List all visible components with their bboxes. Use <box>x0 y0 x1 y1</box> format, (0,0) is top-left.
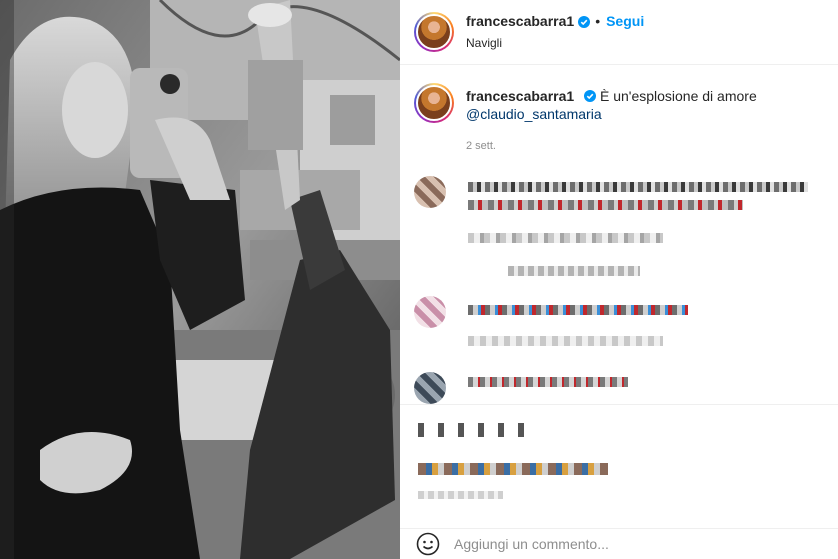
comment-text-obscured <box>468 305 688 315</box>
view-replies-obscured[interactable] <box>508 266 640 276</box>
author-avatar[interactable] <box>414 12 454 52</box>
comment-meta-obscured <box>468 233 663 243</box>
author-avatar-image <box>416 14 452 50</box>
post-date-obscured <box>418 491 503 499</box>
caption-author-avatar-image <box>416 85 452 121</box>
post-side-panel: francescabarra1 • Segui Navigli francesc… <box>400 0 838 559</box>
header-text: francescabarra1 • Segui Navigli <box>466 13 644 51</box>
add-comment-bar <box>400 528 838 559</box>
post-location[interactable]: Navigli <box>466 36 644 51</box>
comment-avatar[interactable] <box>414 176 446 208</box>
verified-badge-icon <box>584 90 597 102</box>
post-timestamp[interactable]: 2 sett. <box>466 140 496 152</box>
verified-badge-icon <box>578 16 591 28</box>
comment-meta-obscured <box>468 336 663 346</box>
likes-summary-obscured[interactable] <box>418 463 608 475</box>
caption-text: È un'esplosione di amore <box>599 88 757 104</box>
post-header: francescabarra1 • Segui Navigli <box>400 0 838 65</box>
separator-dot: • <box>595 13 601 30</box>
comment-avatar[interactable] <box>414 296 446 328</box>
actions-area <box>400 404 838 499</box>
caption-username[interactable]: francescabarra1 <box>466 88 574 104</box>
action-icons-obscured[interactable] <box>418 423 528 437</box>
post-image <box>0 0 400 559</box>
smile-emoji-icon[interactable] <box>416 532 440 556</box>
caption-mention[interactable]: @claudio_santamaria <box>466 106 602 122</box>
comment-text-obscured <box>468 200 743 210</box>
post-caption: francescabarra1 È un'esplosione di amore… <box>414 83 826 123</box>
follow-button[interactable]: Segui <box>606 13 644 31</box>
post-photo[interactable] <box>0 0 400 559</box>
author-username[interactable]: francescabarra1 <box>466 13 574 31</box>
post-modal: francescabarra1 • Segui Navigli francesc… <box>0 0 838 559</box>
comment-text-obscured <box>468 182 808 192</box>
comment-input[interactable] <box>454 536 794 552</box>
comment-text-obscured <box>468 377 628 387</box>
header-top-row: francescabarra1 • Segui <box>466 13 644 31</box>
comment-avatar[interactable] <box>414 372 446 404</box>
caption-author-avatar[interactable] <box>414 83 454 123</box>
caption-body: francescabarra1 È un'esplosione di amore… <box>466 83 826 123</box>
